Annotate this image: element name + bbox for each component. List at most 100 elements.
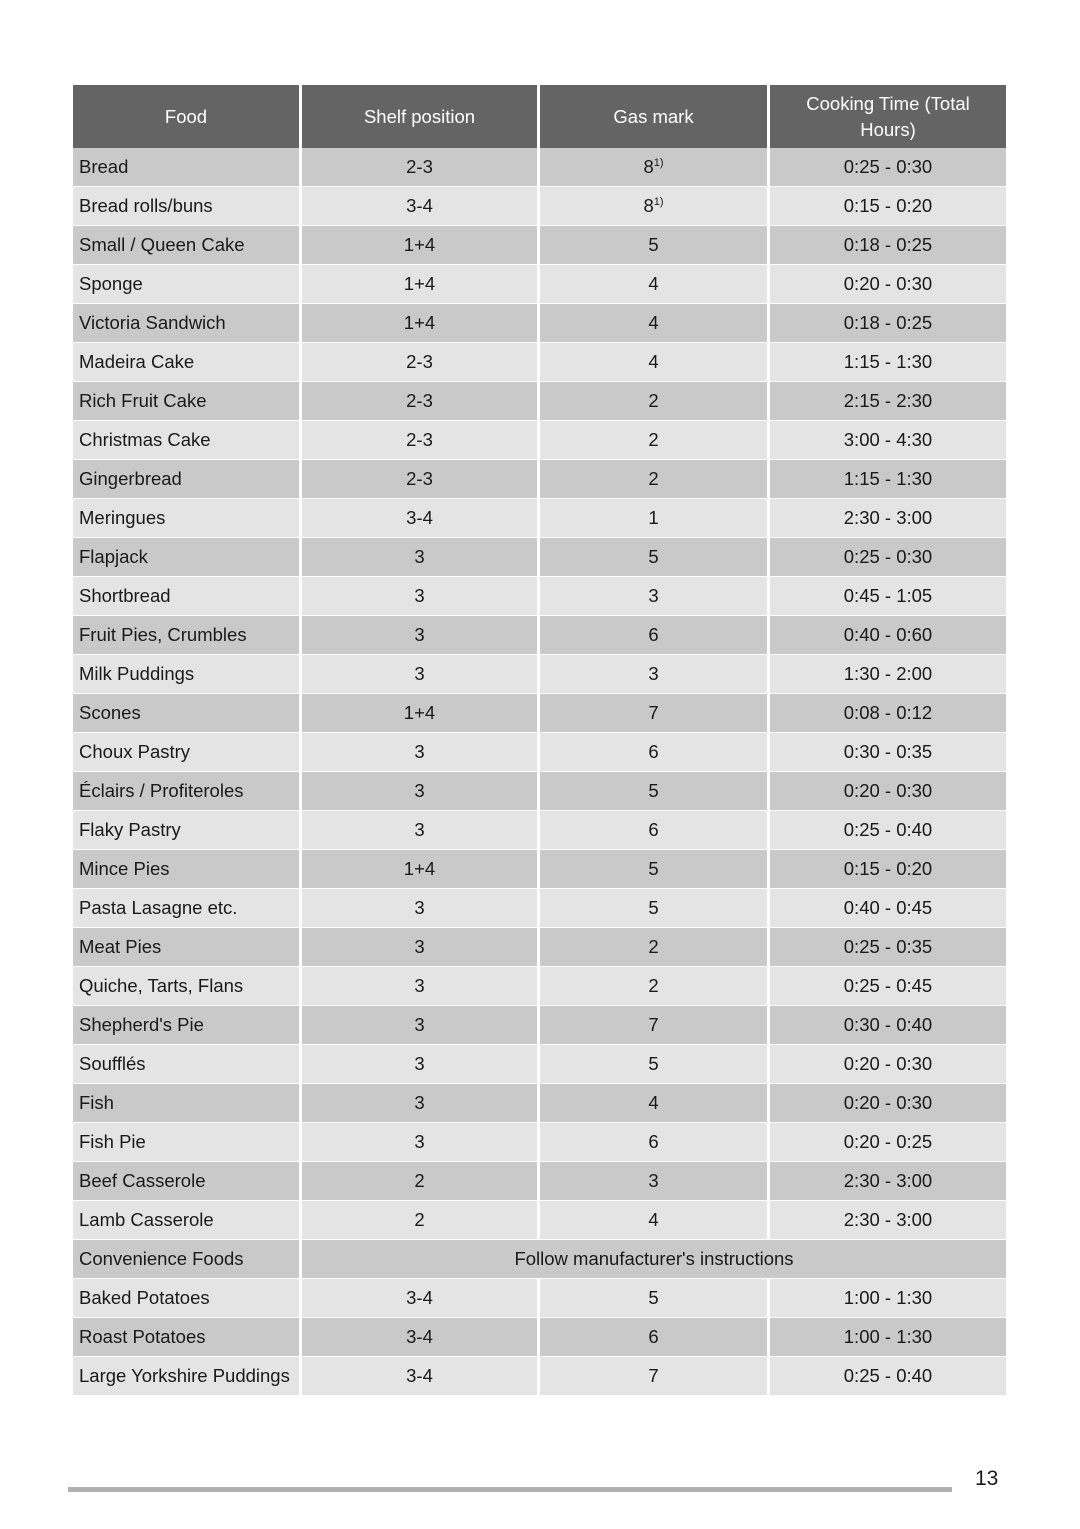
cell-shelf-position: 3 (302, 577, 540, 616)
gas-mark-value: 5 (648, 234, 659, 255)
column-header-food: Food (73, 85, 302, 148)
cell-cooking-time: 3:00 - 4:30 (770, 421, 1006, 460)
cell-cooking-time: 0:40 - 0:45 (770, 889, 1006, 928)
cell-gas-mark: 4 (540, 265, 770, 304)
table-row: Large Yorkshire Puddings 3-4 7 0:25 - 0:40 (73, 1357, 1006, 1396)
cell-gas-mark: 2 (540, 967, 770, 1006)
cell-gas-mark: 3 (540, 655, 770, 694)
cell-gas-mark: 5 (540, 772, 770, 811)
table-row: Fish 3 4 0:20 - 0:30 (73, 1084, 1006, 1123)
gas-mark-value: 7 (648, 1014, 659, 1035)
cell-cooking-time: 1:00 - 1:30 (770, 1318, 1006, 1357)
cell-gas-mark: 7 (540, 694, 770, 733)
cell-food: Roast Potatoes (73, 1318, 302, 1357)
cell-cooking-time: 0:25 - 0:40 (770, 811, 1006, 850)
cell-gas-mark: 2 (540, 928, 770, 967)
table-row: Shortbread 3 3 0:45 - 1:05 (73, 577, 1006, 616)
cell-cooking-time: 0:18 - 0:25 (770, 304, 1006, 343)
table-row: Meat Pies 3 2 0:25 - 0:35 (73, 928, 1006, 967)
cell-cooking-time: 0:25 - 0:30 (770, 148, 1006, 187)
cell-gas-mark: 4 (540, 343, 770, 382)
cell-cooking-time: 0:18 - 0:25 (770, 226, 1006, 265)
cell-cooking-time: 2:30 - 3:00 (770, 1201, 1006, 1240)
cell-shelf-position: 1+4 (302, 265, 540, 304)
gas-mark-footnote-marker: 1) (653, 156, 664, 169)
gas-mark-value: 7 (648, 702, 659, 723)
cell-gas-mark: 2 (540, 421, 770, 460)
cell-cooking-time: 0:20 - 0:30 (770, 1045, 1006, 1084)
cell-cooking-time: 2:30 - 3:00 (770, 499, 1006, 538)
table-row: Lamb Casserole 2 4 2:30 - 3:00 (73, 1201, 1006, 1240)
cell-gas-mark: 5 (540, 850, 770, 889)
table-row: Quiche, Tarts, Flans 3 2 0:25 - 0:45 (73, 967, 1006, 1006)
gas-mark-value: 2 (648, 936, 659, 957)
cell-cooking-time: 0:25 - 0:30 (770, 538, 1006, 577)
cell-food: Mince Pies (73, 850, 302, 889)
cell-food: Christmas Cake (73, 421, 302, 460)
cell-gas-mark: 4 (540, 1201, 770, 1240)
gas-mark-value: 5 (648, 1053, 659, 1074)
gas-mark-value: 6 (648, 624, 659, 645)
cell-cooking-time: 1:15 - 1:30 (770, 343, 1006, 382)
cell-gas-mark: 7 (540, 1006, 770, 1045)
cell-cooking-time: 0:20 - 0:30 (770, 772, 1006, 811)
cell-cooking-time: 1:00 - 1:30 (770, 1279, 1006, 1318)
cell-shelf-position: 3 (302, 1084, 540, 1123)
cell-shelf-position: 3 (302, 1006, 540, 1045)
cell-cooking-time: 0:25 - 0:40 (770, 1357, 1006, 1396)
cell-shelf-position: 2-3 (302, 343, 540, 382)
cell-food: Quiche, Tarts, Flans (73, 967, 302, 1006)
column-header-shelf-position: Shelf position (302, 85, 540, 148)
gas-mark-value: 1 (648, 507, 659, 528)
cell-cooking-time: 1:15 - 1:30 (770, 460, 1006, 499)
cell-food: Baked Potatoes (73, 1279, 302, 1318)
cell-gas-mark: 5 (540, 1279, 770, 1318)
cell-shelf-position: 3 (302, 967, 540, 1006)
cell-cooking-time: 0:20 - 0:30 (770, 265, 1006, 304)
cell-shelf-position: 2 (302, 1201, 540, 1240)
table-row: Christmas Cake 2-3 2 3:00 - 4:30 (73, 421, 1006, 460)
cell-gas-mark: 81) (540, 187, 770, 226)
cell-cooking-time: 0:30 - 0:40 (770, 1006, 1006, 1045)
gas-mark-value: 6 (648, 1326, 659, 1347)
cell-gas-mark: 4 (540, 304, 770, 343)
cell-gas-mark: 1 (540, 499, 770, 538)
cell-shelf-position: 3 (302, 1123, 540, 1162)
gas-mark-value: 2 (648, 429, 659, 450)
table-row: Soufflés 3 5 0:20 - 0:30 (73, 1045, 1006, 1084)
footer-divider (68, 1487, 952, 1492)
cell-food: Sponge (73, 265, 302, 304)
table-row: Roast Potatoes 3-4 6 1:00 - 1:30 (73, 1318, 1006, 1357)
cell-food: Fish (73, 1084, 302, 1123)
table-row: Victoria Sandwich 1+4 4 0:18 - 0:25 (73, 304, 1006, 343)
gas-mark-value: 4 (648, 351, 659, 372)
cell-food: Milk Puddings (73, 655, 302, 694)
table-row: Meringues 3-4 1 2:30 - 3:00 (73, 499, 1006, 538)
cell-shelf-position: 3-4 (302, 1318, 540, 1357)
cell-food: Bread rolls/buns (73, 187, 302, 226)
table-row: Flapjack 3 5 0:25 - 0:30 (73, 538, 1006, 577)
cell-food: Choux Pastry (73, 733, 302, 772)
table-row: Bread rolls/buns 3-4 81) 0:15 - 0:20 (73, 187, 1006, 226)
cell-shelf-position: 1+4 (302, 850, 540, 889)
table-row: Small / Queen Cake 1+4 5 0:18 - 0:25 (73, 226, 1006, 265)
cell-shelf-position: 1+4 (302, 304, 540, 343)
table-row: Gingerbread 2-3 2 1:15 - 1:30 (73, 460, 1006, 499)
cell-food: Shortbread (73, 577, 302, 616)
cell-shelf-position: 3 (302, 928, 540, 967)
cell-food: Madeira Cake (73, 343, 302, 382)
table-body: Bread 2-3 81) 0:25 - 0:30 Bread rolls/buns 3-… (73, 148, 1006, 1396)
cell-gas-mark: 6 (540, 1123, 770, 1162)
cell-food: Convenience Foods (73, 1240, 302, 1279)
cell-food: Éclairs / Profiteroles (73, 772, 302, 811)
cell-food: Beef Casserole (73, 1162, 302, 1201)
gas-mark-value: 5 (648, 546, 659, 567)
cell-shelf-position: 2-3 (302, 460, 540, 499)
table-row: Choux Pastry 3 6 0:30 - 0:35 (73, 733, 1006, 772)
cell-gas-mark: 6 (540, 616, 770, 655)
page-footer: 13 (0, 1467, 1080, 1520)
cell-gas-mark: 5 (540, 226, 770, 265)
cell-shelf-position: 2 (302, 1162, 540, 1201)
table-row: Mince Pies 1+4 5 0:15 - 0:20 (73, 850, 1006, 889)
table-row: Bread 2-3 81) 0:25 - 0:30 (73, 148, 1006, 187)
